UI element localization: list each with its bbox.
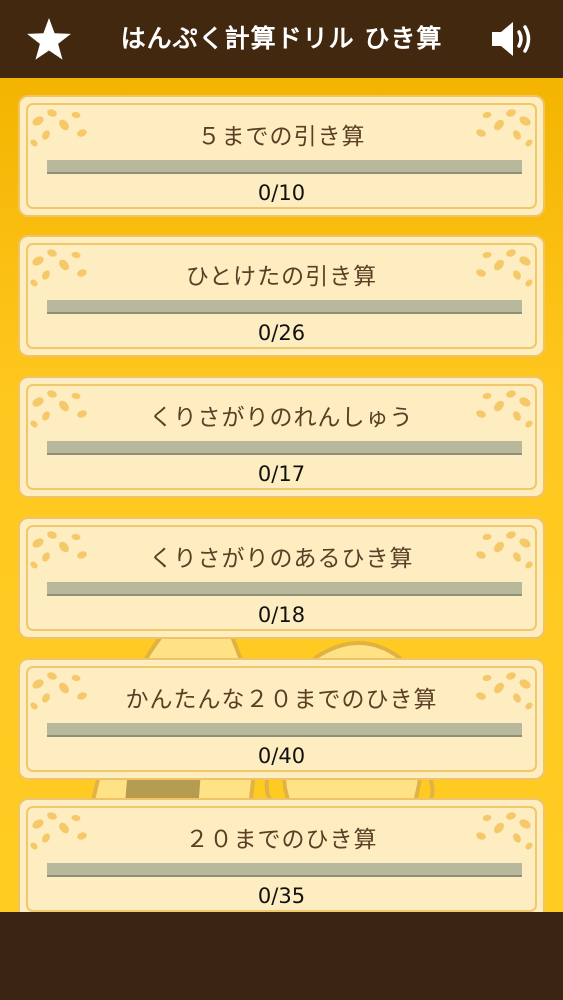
lesson-title: くりさがりのれんしゅう	[149, 405, 414, 431]
lesson-card-3[interactable]: くりさがりのれんしゅう 0/17	[18, 376, 545, 498]
bottom-bar	[0, 912, 563, 1000]
progress-bar	[47, 160, 522, 174]
progress-bar	[47, 582, 522, 596]
progress-bar	[47, 863, 522, 877]
lesson-score: 0/40	[257, 744, 306, 768]
lesson-card-4[interactable]: くりさがりのあるひき算 0/18	[18, 517, 545, 639]
lesson-card-2[interactable]: ひとけたの引き算 0/26	[18, 235, 545, 357]
progress-bar	[47, 441, 522, 455]
lesson-score: 0/18	[257, 603, 306, 627]
lesson-score: 0/17	[257, 462, 306, 486]
speaker-icon[interactable]	[488, 18, 538, 60]
lesson-title: ５までの引き算	[197, 124, 366, 150]
lesson-card-6[interactable]: ２０までのひき算 0/35	[18, 798, 545, 912]
lesson-title: かんたんな２０までのひき算	[125, 687, 438, 713]
lesson-title: ２０までのひき算	[185, 827, 378, 853]
top-bar: はんぷく計算ドリル ひき算	[0, 0, 563, 78]
lesson-list[interactable]: ５までの引き算 0/10 ひとけたの引き算 0/26 くりさがりのれんしゅう 0…	[0, 78, 563, 912]
lesson-title: ひとけたの引き算	[185, 264, 378, 290]
lesson-score: 0/26	[257, 321, 306, 345]
lesson-card-5[interactable]: かんたんな２０までのひき算 0/40	[18, 658, 545, 780]
lesson-title: くりさがりのあるひき算	[149, 546, 414, 572]
progress-bar	[47, 723, 522, 737]
lesson-card-1[interactable]: ５までの引き算 0/10	[18, 95, 545, 217]
app-title: はんぷく計算ドリル ひき算	[120, 24, 443, 53]
star-icon[interactable]	[26, 16, 72, 62]
lesson-score: 0/35	[257, 884, 306, 908]
progress-bar	[47, 300, 522, 314]
lesson-score: 0/10	[257, 181, 306, 205]
